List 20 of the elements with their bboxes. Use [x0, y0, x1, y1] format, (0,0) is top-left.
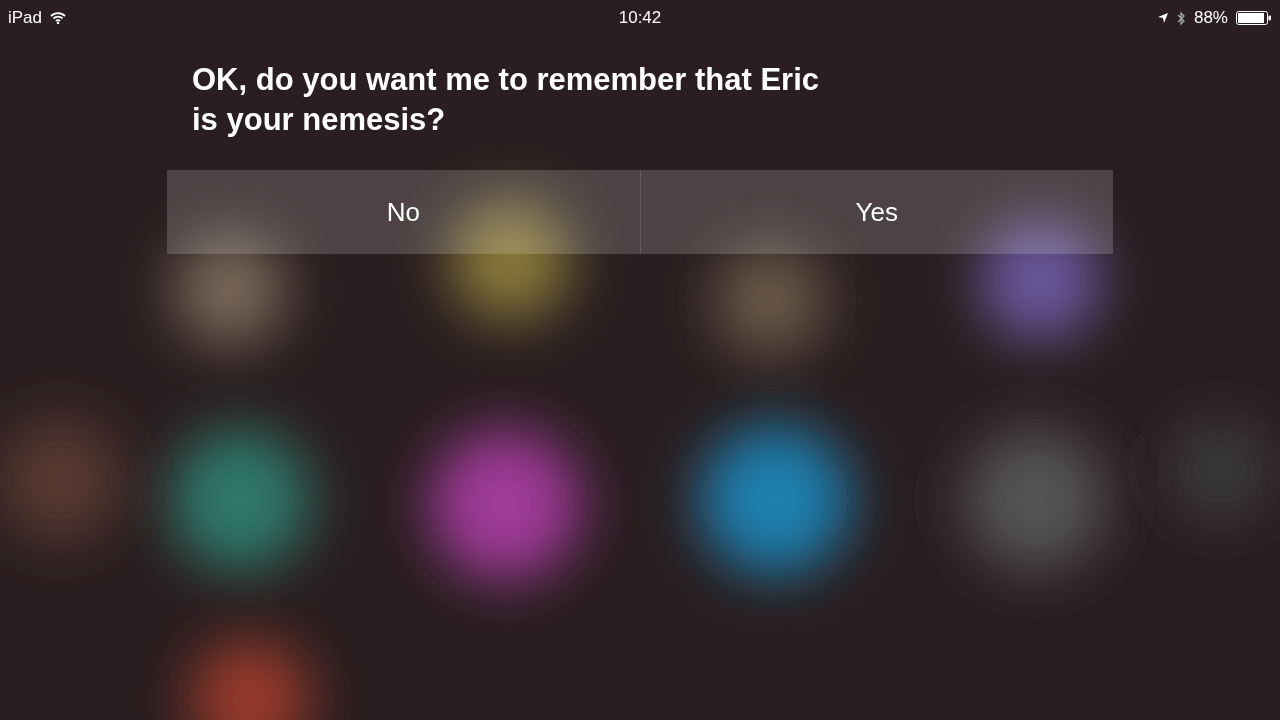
location-arrow-icon — [1156, 12, 1169, 24]
wifi-icon — [50, 12, 67, 24]
siri-question: OK, do you want me to remember that Eric is your nemesis? — [192, 61, 820, 139]
clock-time: 10:42 — [618, 7, 662, 30]
answer-button[interactable]: Yes — [639, 170, 1113, 254]
battery-icon — [1236, 11, 1272, 25]
blurred-app-icon — [190, 640, 310, 720]
blurred-app-icon — [170, 430, 310, 570]
battery-percent: 88% — [1193, 7, 1228, 30]
blurred-app-icon — [175, 235, 285, 345]
blurred-app-icon — [715, 245, 825, 355]
blurred-app-icon — [965, 430, 1105, 570]
blurred-app-icon — [450, 200, 570, 320]
blurred-app-icon — [700, 425, 850, 575]
blurred-app-icon — [430, 430, 580, 580]
device-name: iPad — [8, 7, 43, 30]
blurred-app-icon — [980, 220, 1100, 340]
answer-button[interactable]: No — [167, 170, 640, 254]
blurred-app-icon — [0, 420, 120, 540]
bluetooth-icon — [1176, 10, 1186, 26]
